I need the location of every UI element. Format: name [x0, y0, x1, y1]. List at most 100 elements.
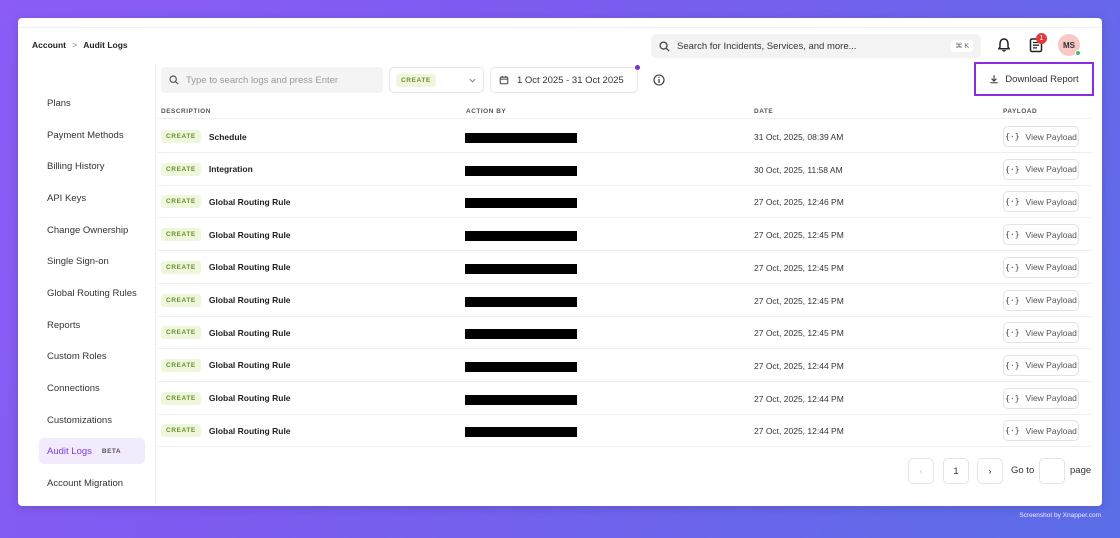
next-page-button[interactable]: ›: [977, 458, 1003, 484]
description-text: Schedule: [208, 131, 247, 142]
notification-badge: 1: [1036, 33, 1047, 44]
sidebar: Plans Payment Methods Billing History AP…: [18, 64, 156, 506]
avatar-initials: MS: [1063, 40, 1075, 50]
action-tag: CREATE: [161, 195, 201, 209]
online-status-dot: [1075, 50, 1081, 56]
sidebar-item-api-keys[interactable]: API Keys: [39, 185, 145, 211]
description-text: Global Routing Rule: [208, 393, 291, 404]
sidebar-item-customizations[interactable]: Customizations: [39, 407, 145, 433]
sidebar-item-billing-history[interactable]: Billing History: [39, 153, 145, 179]
header-action-by: ACTION BY: [466, 108, 507, 115]
breadcrumb-separator: >: [72, 40, 78, 50]
sidebar-item-connections[interactable]: Connections: [39, 375, 145, 401]
code-braces-icon: {·}: [1005, 132, 1020, 141]
table-row: CREATE Global Routing Rule 27 Oct, 2025, 1…: [158, 284, 1092, 317]
date-cell: 27 Oct, 2025, 12:45 PM: [754, 328, 844, 339]
sidebar-item-change-ownership[interactable]: Change Ownership: [39, 217, 145, 243]
table-row: CREATE Schedule 31 Oct, 2025, 08:39 AM {·} V…: [158, 120, 1092, 153]
log-search-input[interactable]: Type to search logs and press Enter: [161, 67, 383, 93]
view-payload-button[interactable]: {·} View Payload: [1003, 256, 1079, 278]
view-payload-button[interactable]: {·} View Payload: [1003, 322, 1079, 344]
search-icon: [659, 40, 670, 52]
global-search[interactable]: Search for Incidents, Services, and more…: [651, 34, 981, 58]
table-row: CREATE Global Routing Rule 27 Oct, 2025, 1…: [158, 349, 1092, 382]
view-payload-label: View Payload: [1025, 295, 1077, 305]
code-braces-icon: {·}: [1005, 262, 1020, 272]
view-payload-button[interactable]: {·} View Payload: [1003, 191, 1079, 213]
view-payload-button[interactable]: {·} View Payload: [1003, 420, 1079, 442]
sidebar-item-single-sign-on[interactable]: Single Sign-on: [39, 248, 145, 274]
sidebar-item-custom-roles[interactable]: Custom Roles: [39, 343, 145, 369]
description-text: Global Routing Rule: [208, 360, 291, 371]
redacted-action-by: [465, 361, 577, 372]
avatar[interactable]: MS: [1058, 34, 1081, 56]
sidebar-item-audit-logs[interactable]: Audit Logs BETA: [39, 438, 145, 464]
global-search-placeholder: Search for Incidents, Services, and more…: [677, 40, 857, 52]
breadcrumb-account[interactable]: Account: [32, 40, 66, 50]
page-1-button[interactable]: 1: [943, 458, 969, 484]
action-tag: CREATE: [161, 130, 201, 143]
download-report-label: Download Report: [1005, 73, 1079, 85]
top-stripe: [18, 18, 1102, 28]
calendar-icon: [499, 75, 509, 85]
action-tag: CREATE: [161, 326, 201, 340]
table-header: DESCRIPTION ACTION BY DATE PAYLOAD: [158, 103, 1092, 119]
description-cell: CREATE Global Routing Rule: [161, 228, 291, 242]
action-tag: CREATE: [161, 293, 201, 307]
description-cell: CREATE Global Routing Rule: [161, 260, 291, 274]
view-payload-button[interactable]: {·} View Payload: [1003, 158, 1079, 180]
code-braces-icon: {·}: [1005, 230, 1020, 240]
code-braces-icon: {·}: [1005, 295, 1020, 305]
action-filter-value: CREATE: [396, 73, 436, 87]
bell-icon[interactable]: [996, 37, 1012, 53]
date-cell: 27 Oct, 2025, 12:44 PM: [754, 360, 844, 371]
sidebar-item-account-migration[interactable]: Account Migration: [39, 470, 145, 496]
view-payload-label: View Payload: [1025, 229, 1077, 240]
description-cell: CREATE Global Routing Rule: [161, 391, 291, 405]
action-tag: CREATE: [161, 391, 201, 405]
description-text: Global Routing Rule: [208, 262, 291, 273]
prev-page-button[interactable]: ‹: [908, 458, 934, 484]
sidebar-item-payment-methods[interactable]: Payment Methods: [39, 122, 145, 148]
redacted-action-by: [465, 329, 577, 340]
description-text: Global Routing Rule: [208, 196, 291, 207]
download-report-button[interactable]: Download Report: [974, 62, 1094, 96]
view-payload-label: View Payload: [1025, 360, 1077, 371]
description-text: Global Routing Rule: [208, 327, 291, 338]
view-payload-button[interactable]: {·} View Payload: [1003, 289, 1079, 311]
view-payload-button[interactable]: {·} View Payload: [1003, 126, 1079, 147]
table-row: CREATE Global Routing Rule 27 Oct, 2025, 1…: [158, 251, 1092, 284]
breadcrumb-current: Audit Logs: [83, 40, 128, 50]
description-text: Global Routing Rule: [208, 229, 291, 240]
date-cell: 30 Oct, 2025, 11:58 AM: [754, 164, 843, 175]
sidebar-item-reports[interactable]: Reports: [39, 312, 145, 338]
redacted-action-by: [465, 198, 577, 209]
table-row: CREATE Global Routing Rule 27 Oct, 2025, 1…: [158, 414, 1092, 448]
screenshot-credit: Screenshot by Xnapper.com: [1019, 512, 1101, 519]
date-cell: 27 Oct, 2025, 12:45 PM: [754, 230, 844, 241]
view-payload-button[interactable]: {·} View Payload: [1003, 224, 1079, 246]
goto-page-input[interactable]: [1039, 458, 1065, 484]
date-cell: 27 Oct, 2025, 12:44 PM: [754, 426, 844, 437]
filter-bar: Type to search logs and press Enter CREA…: [161, 62, 1101, 96]
app-window: Account > Audit Logs Search for Incident…: [18, 18, 1102, 506]
date-range-picker[interactable]: 1 Oct 2025 - 31 Oct 2025: [490, 65, 640, 93]
date-cell: 27 Oct, 2025, 12:44 PM: [754, 393, 844, 404]
info-icon[interactable]: [653, 74, 665, 86]
breadcrumb: Account > Audit Logs: [32, 40, 128, 50]
sidebar-item-plans[interactable]: Plans: [39, 90, 145, 116]
sidebar-item-global-routing-rules[interactable]: Global Routing Rules: [39, 280, 145, 306]
code-braces-icon: {·}: [1005, 328, 1020, 338]
redacted-action-by: [465, 427, 577, 438]
code-braces-icon: {·}: [1005, 197, 1020, 207]
view-payload-button[interactable]: {·} View Payload: [1003, 387, 1079, 409]
date-cell: 27 Oct, 2025, 12:45 PM: [754, 295, 844, 306]
view-payload-button[interactable]: {·} View Payload: [1003, 354, 1079, 376]
description-cell: CREATE Global Routing Rule: [161, 424, 291, 438]
description-cell: CREATE Schedule: [161, 130, 247, 143]
action-tag: CREATE: [161, 358, 201, 372]
action-filter-select[interactable]: CREATE: [389, 67, 484, 93]
description-cell: CREATE Global Routing Rule: [161, 195, 291, 209]
description-text: Global Routing Rule: [208, 425, 291, 436]
date-range-value: 1 Oct 2025 - 31 Oct 2025: [517, 74, 624, 86]
